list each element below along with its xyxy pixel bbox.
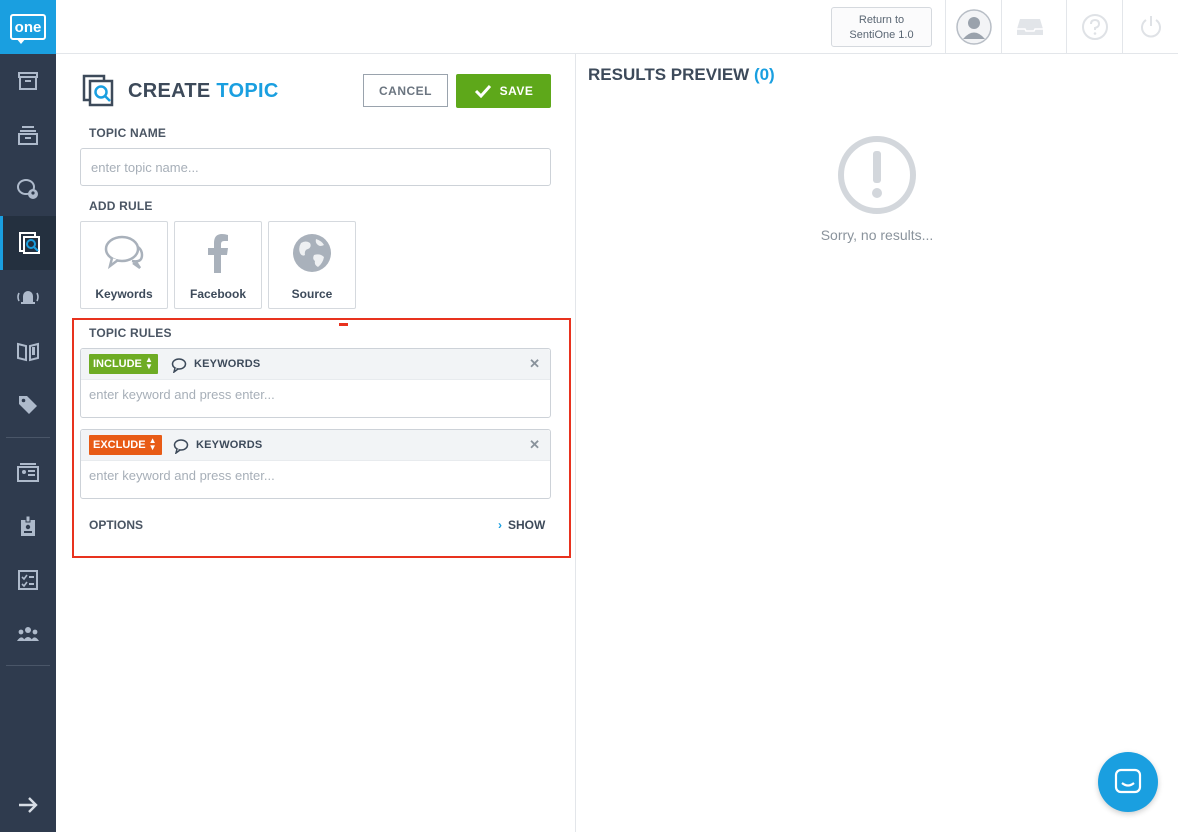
- chat-user-icon[interactable]: [0, 162, 56, 216]
- sidebar-divider: [6, 437, 50, 438]
- exclude-rule-type: KEYWORDS: [196, 439, 263, 451]
- logo-mark: one: [10, 14, 46, 44]
- source-tile-label: Source: [291, 287, 333, 301]
- archive-icon[interactable]: [0, 54, 56, 108]
- avatar-icon[interactable]: [945, 0, 1001, 54]
- exclude-rule: EXCLUDE ▲ ▼ KEYWORDS ✕: [80, 429, 551, 499]
- keywords-chat-icon: [171, 358, 187, 373]
- include-rule: INCLUDE ▲ ▼ KEYWORDS ✕: [80, 348, 551, 418]
- exclude-keyword-input[interactable]: [81, 468, 550, 483]
- save-label: SAVE: [499, 84, 534, 98]
- facebook-tile-label: Facebook: [189, 287, 246, 301]
- facebook-icon: [196, 231, 240, 275]
- create-topic-panel: CREATE TOPIC CANCEL SAVE TOPIC NAME ADD …: [56, 54, 576, 832]
- exclude-rule-header: EXCLUDE ▲ ▼ KEYWORDS ✕: [81, 430, 550, 461]
- empty-results-message: Sorry, no results...: [820, 227, 934, 243]
- page-title: CREATE TOPIC: [128, 80, 279, 103]
- keywords-tile-label: Keywords: [95, 287, 153, 301]
- tags-icon[interactable]: [0, 378, 56, 432]
- include-rule-type: KEYWORDS: [194, 358, 261, 370]
- results-count: (0): [753, 65, 775, 84]
- sidebar: one: [0, 0, 56, 832]
- sidebar-divider: [6, 665, 50, 666]
- highlight-marker: [339, 323, 348, 326]
- id-card-icon[interactable]: [0, 445, 56, 499]
- include-mode-label: INCLUDE: [93, 358, 142, 370]
- exclude-mode-label: EXCLUDE: [93, 439, 146, 451]
- book-icon[interactable]: [0, 324, 56, 378]
- results-preview-title: RESULTS PREVIEW (0): [588, 65, 775, 85]
- topic-name-label: TOPIC NAME: [89, 126, 167, 140]
- sort-arrows-icon: ▲ ▼: [144, 355, 153, 371]
- chevron-right-icon: ›: [498, 518, 502, 532]
- team-icon[interactable]: [0, 607, 56, 661]
- expand-arrow-icon[interactable]: [0, 778, 56, 832]
- badge-icon[interactable]: [0, 499, 56, 553]
- save-button[interactable]: SAVE: [456, 74, 551, 108]
- exclamation-circle-icon: [838, 136, 916, 214]
- stack-icon[interactable]: [0, 108, 56, 162]
- keywords-chat-icon: [173, 439, 189, 454]
- page-title-main: CREATE: [128, 80, 211, 102]
- return-line-1: Return to: [858, 14, 905, 26]
- chat-bubbles-icon: [102, 231, 146, 275]
- app-logo[interactable]: one: [0, 0, 56, 54]
- include-rule-header: INCLUDE ▲ ▼ KEYWORDS ✕: [81, 349, 550, 380]
- options-label: OPTIONS: [89, 518, 144, 532]
- support-chat-button[interactable]: [1098, 752, 1158, 812]
- topic-title-icon: [82, 74, 114, 107]
- results-title-text: RESULTS PREVIEW: [588, 65, 750, 84]
- top-bar: Return to SentiOne 1.0: [56, 0, 1178, 54]
- globe-icon: [290, 231, 334, 275]
- return-line-2: SentiOne 1.0: [849, 29, 914, 41]
- checkmark-icon: [474, 84, 491, 98]
- add-facebook-rule-tile[interactable]: Facebook: [174, 221, 262, 309]
- add-keywords-rule-tile[interactable]: Keywords: [80, 221, 168, 309]
- cancel-button[interactable]: CANCEL: [363, 74, 448, 107]
- inbox-icon[interactable]: [1001, 0, 1057, 54]
- return-to-v1-button[interactable]: Return to SentiOne 1.0: [831, 7, 932, 47]
- help-icon[interactable]: [1066, 0, 1122, 54]
- sort-arrows-icon: ▲ ▼: [148, 436, 157, 452]
- topic-search-icon[interactable]: [0, 216, 56, 270]
- add-source-rule-tile[interactable]: Source: [268, 221, 356, 309]
- remove-exclude-rule-icon[interactable]: ✕: [529, 437, 540, 453]
- topic-name-input[interactable]: [80, 148, 551, 186]
- show-options-label: SHOW: [508, 518, 546, 532]
- show-options-toggle[interactable]: › SHOW: [498, 518, 545, 532]
- remove-include-rule-icon[interactable]: ✕: [529, 356, 540, 372]
- chat-widget-icon: [1114, 768, 1142, 794]
- page-title-accent: TOPIC: [216, 80, 279, 102]
- checklist-icon[interactable]: [0, 553, 56, 607]
- power-icon[interactable]: [1122, 0, 1178, 54]
- add-rule-label: ADD RULE: [89, 199, 153, 213]
- bell-alert-icon[interactable]: [0, 270, 56, 324]
- include-mode-select[interactable]: INCLUDE ▲ ▼: [89, 354, 158, 374]
- exclude-mode-select[interactable]: EXCLUDE ▲ ▼: [89, 435, 162, 455]
- topic-rules-label: TOPIC RULES: [89, 326, 172, 340]
- include-keyword-input[interactable]: [81, 387, 550, 402]
